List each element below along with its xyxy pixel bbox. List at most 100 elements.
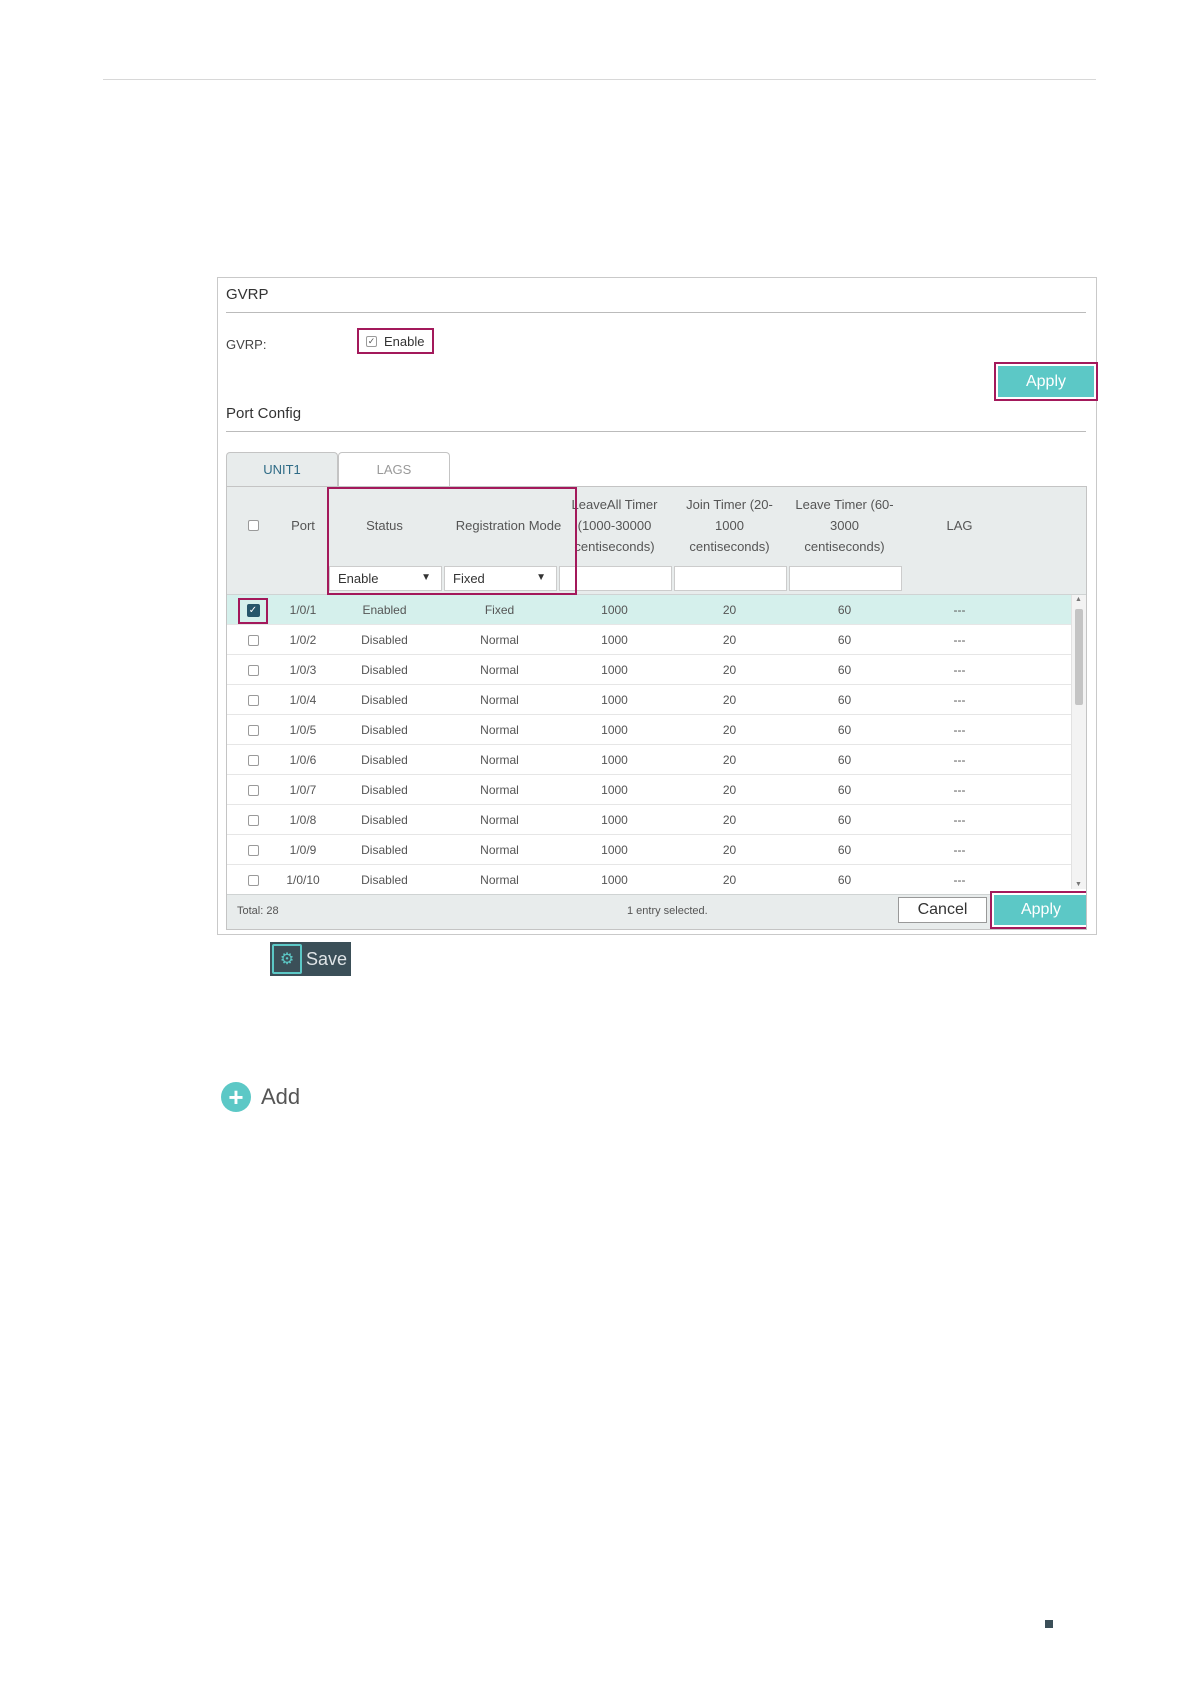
- row-select-cell[interactable]: [227, 625, 279, 655]
- leaveall-timer-input[interactable]: [559, 566, 672, 591]
- gvrp-enable-label: Enable: [384, 333, 425, 349]
- table-row[interactable]: 1/0/4 Disabled Normal 1000 20 60 ---: [227, 685, 1071, 715]
- mode-cell: Normal: [480, 633, 519, 647]
- leaveall-cell: 1000: [601, 783, 628, 797]
- header-registration-mode: Registration Mode: [455, 518, 562, 533]
- status-cell: Disabled: [361, 813, 408, 827]
- table-row[interactable]: 1/0/3 Disabled Normal 1000 20 60 ---: [227, 655, 1071, 685]
- leave-cell: 60: [837, 783, 852, 797]
- port-cell: 1/0/10: [286, 873, 320, 887]
- gvrp-section-title: GVRP: [226, 286, 269, 303]
- port-apply-highlight: Apply: [990, 891, 1086, 929]
- leave-cell: 60: [837, 723, 852, 737]
- row-checkbox[interactable]: [247, 724, 259, 736]
- gvrp-field-label: GVRP:: [226, 337, 267, 352]
- tab-lags[interactable]: LAGS: [338, 452, 450, 486]
- row-select-cell[interactable]: [227, 685, 279, 715]
- join-cell: 20: [722, 633, 737, 647]
- header-select-all[interactable]: [227, 487, 279, 564]
- header-status: Status: [366, 518, 403, 533]
- port-apply-button[interactable]: Apply: [994, 895, 1086, 925]
- add-button[interactable]: + Add: [221, 1082, 300, 1112]
- row-checkbox[interactable]: [247, 634, 259, 646]
- save-button[interactable]: ⚙ Save: [270, 942, 351, 976]
- chevron-down-icon: ▼: [421, 572, 431, 583]
- leave-timer-input[interactable]: [789, 566, 902, 591]
- status-cell: Enabled: [362, 603, 407, 617]
- join-cell: 20: [722, 813, 737, 827]
- mode-cell: Normal: [480, 753, 519, 767]
- leaveall-cell: 1000: [601, 723, 628, 737]
- row-checkbox[interactable]: ✓: [246, 603, 260, 617]
- gvrp-config-panel: GVRP GVRP: ✓ Enable Apply Port Config UN…: [217, 277, 1098, 935]
- join-cell: 20: [722, 723, 737, 737]
- status-cell: Disabled: [361, 843, 408, 857]
- gvrp-enable-checkbox[interactable]: ✓ Enable: [357, 328, 434, 354]
- row-select-cell[interactable]: [227, 835, 279, 865]
- scroll-down-icon[interactable]: ▼: [1075, 881, 1082, 888]
- page-marker: [1045, 1620, 1053, 1628]
- table-scrollbar[interactable]: ▲ ▼: [1071, 595, 1086, 889]
- mode-cell: Normal: [480, 843, 519, 857]
- status-cell: Disabled: [361, 753, 408, 767]
- cancel-button[interactable]: Cancel: [898, 897, 987, 923]
- row-checkbox[interactable]: [247, 694, 259, 706]
- row-select-cell[interactable]: [227, 745, 279, 775]
- mode-cell: Normal: [480, 693, 519, 707]
- leave-cell: 60: [837, 693, 852, 707]
- port-cell: 1/0/1: [289, 603, 317, 617]
- header-join-line3: centiseconds): [689, 539, 770, 554]
- chevron-down-icon: ▼: [536, 572, 546, 583]
- header-leaveall-timer: LeaveAll Timer (1000-30000 centiseconds): [557, 487, 672, 564]
- table-row[interactable]: 1/0/10 Disabled Normal 1000 20 60 ---: [227, 865, 1071, 895]
- table-row[interactable]: 1/0/6 Disabled Normal 1000 20 60 ---: [227, 745, 1071, 775]
- join-cell: 20: [722, 873, 737, 887]
- header-leave-line2: 3000: [830, 518, 859, 533]
- table-row[interactable]: 1/0/9 Disabled Normal 1000 20 60 ---: [227, 835, 1071, 865]
- lag-cell: ---: [953, 783, 966, 797]
- mode-cell: Normal: [480, 723, 519, 737]
- port-cell: 1/0/7: [289, 783, 317, 797]
- select-all-checkbox[interactable]: [247, 520, 259, 531]
- row-checkbox[interactable]: [247, 784, 259, 796]
- leaveall-cell: 1000: [601, 753, 628, 767]
- table-row[interactable]: 1/0/2 Disabled Normal 1000 20 60 ---: [227, 625, 1071, 655]
- tab-unit1[interactable]: UNIT1: [226, 452, 338, 486]
- scrollbar-thumb[interactable]: [1075, 609, 1083, 705]
- row-select-cell[interactable]: [227, 655, 279, 685]
- gvrp-enable-check-icon[interactable]: ✓: [366, 335, 377, 347]
- port-config-section-title: Port Config: [226, 405, 302, 422]
- row-checkbox[interactable]: [247, 754, 259, 766]
- status-filter-value: Enable: [338, 571, 379, 586]
- table-row[interactable]: 1/0/8 Disabled Normal 1000 20 60 ---: [227, 805, 1071, 835]
- table-row[interactable]: 1/0/7 Disabled Normal 1000 20 60 ---: [227, 775, 1071, 805]
- header-lag: LAG: [946, 518, 973, 533]
- row-checkbox[interactable]: [247, 844, 259, 856]
- row-select-cell[interactable]: ✓: [227, 595, 279, 625]
- join-timer-input[interactable]: [674, 566, 787, 591]
- gvrp-apply-button[interactable]: Apply: [998, 366, 1094, 397]
- join-cell: 20: [722, 693, 737, 707]
- row-select-cell[interactable]: [227, 715, 279, 745]
- status-filter-select[interactable]: Enable ▼: [329, 566, 442, 591]
- header-join-line2: 1000: [715, 518, 744, 533]
- scroll-up-icon[interactable]: ▲: [1075, 596, 1082, 603]
- row-select-cell[interactable]: [227, 805, 279, 835]
- row-select-cell[interactable]: [227, 775, 279, 805]
- mode-cell: Normal: [480, 783, 519, 797]
- row-select-cell[interactable]: [227, 865, 279, 895]
- table-row[interactable]: 1/0/5 Disabled Normal 1000 20 60 ---: [227, 715, 1071, 745]
- row-checkbox[interactable]: [247, 814, 259, 826]
- status-cell: Disabled: [361, 873, 408, 887]
- header-port: Port: [291, 518, 315, 533]
- leave-cell: 60: [837, 843, 852, 857]
- mode-cell: Fixed: [484, 603, 515, 617]
- lag-cell: ---: [953, 723, 966, 737]
- registration-mode-filter-select[interactable]: Fixed ▼: [444, 566, 557, 591]
- port-cell: 1/0/8: [289, 813, 317, 827]
- table-row[interactable]: ✓ 1/0/1 Enabled Fixed 1000 20 60 ---: [227, 595, 1071, 625]
- row-checkbox[interactable]: [247, 664, 259, 676]
- lag-cell: ---: [953, 813, 966, 827]
- gvrp-section-divider: [226, 312, 1086, 313]
- row-checkbox[interactable]: [247, 874, 259, 886]
